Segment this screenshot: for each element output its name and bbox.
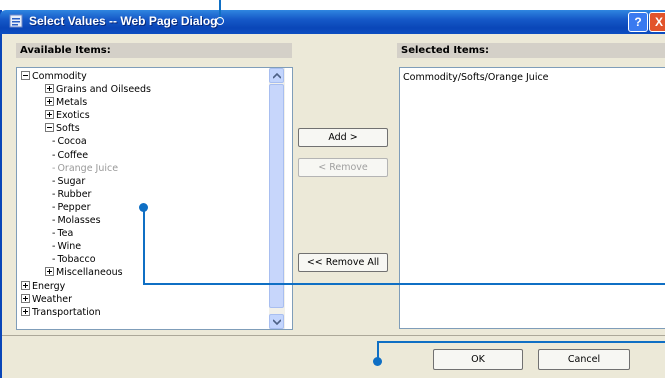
tree-leaf-dash: -	[52, 162, 56, 174]
tree-item-label: Tea	[57, 228, 74, 240]
tree-item-label: Wine	[57, 241, 82, 253]
tree-item[interactable]: Exotics	[17, 109, 267, 122]
selected-items-list[interactable]: Commodity/Softs/Orange Juice	[399, 67, 665, 329]
tree-item-label: Tobacco	[57, 254, 96, 266]
tree-item-label: Grains and Oilseeds	[56, 84, 151, 96]
tree-item-label: Energy	[32, 280, 66, 292]
add-button[interactable]: Add >	[298, 128, 388, 147]
tree-item[interactable]: Miscellaneous	[17, 266, 267, 279]
scroll-up-button[interactable]	[269, 68, 284, 83]
tree-item[interactable]: Weather	[17, 293, 267, 306]
callout-line-tree-h	[143, 283, 665, 285]
tree-leaf-dash: -	[52, 188, 56, 200]
expand-icon[interactable]	[21, 280, 30, 290]
tree-leaf-dash: -	[52, 215, 56, 227]
selected-items-header: Selected Items:	[397, 43, 665, 58]
tree-item-label: Exotics	[56, 110, 90, 122]
tree-item-label: Orange Juice	[57, 162, 119, 174]
tree-item[interactable]: - Orange Juice	[17, 162, 267, 175]
callout-line-buttons-h	[377, 341, 665, 343]
tree-item[interactable]: Transportation	[17, 306, 267, 319]
cancel-button[interactable]: Cancel	[538, 349, 630, 370]
tree-item-label: Miscellaneous	[56, 267, 123, 279]
tree-item-label: Sugar	[57, 175, 86, 187]
app-icon	[9, 14, 23, 28]
available-items-header: Available Items:	[16, 43, 292, 58]
tree-item[interactable]: - Coffee	[17, 149, 267, 162]
expand-icon[interactable]	[45, 97, 54, 107]
tree-leaf-dash: -	[52, 201, 56, 213]
close-button[interactable]: X	[649, 12, 665, 32]
tree-item[interactable]: - Cocoa	[17, 135, 267, 148]
tree-item-label: Rubber	[57, 188, 92, 200]
scroll-thumb[interactable]	[269, 84, 284, 308]
tree-item[interactable]: - Molasses	[17, 214, 267, 227]
tree-leaf-dash: -	[52, 149, 56, 161]
expand-icon[interactable]	[45, 110, 54, 120]
tree-item-label: Transportation	[32, 306, 101, 318]
callout-ring-title	[216, 17, 224, 25]
tree-leaf-dash: -	[52, 136, 56, 148]
collapse-icon[interactable]	[21, 71, 30, 80]
tree-item-label: Coffee	[57, 149, 89, 161]
dialog-window: Select Values -- Web Page Dialog ? X Ava…	[0, 0, 665, 378]
remove-button[interactable]: < Remove	[298, 158, 388, 177]
callout-line-buttons-v	[377, 341, 379, 361]
tree-item[interactable]: Metals	[17, 96, 267, 109]
tree-item[interactable]: Energy	[17, 280, 267, 293]
scroll-down-button[interactable]	[269, 314, 284, 329]
tree-item[interactable]: - Sugar	[17, 175, 267, 188]
tree-item-label: Commodity	[32, 71, 87, 82]
expand-icon[interactable]	[45, 267, 54, 277]
dialog-body: Available Items: Selected Items: Commodi…	[2, 34, 665, 378]
chevron-down-icon	[273, 319, 281, 325]
window-title: Select Values -- Web Page Dialog	[29, 14, 218, 28]
help-button[interactable]: ?	[628, 12, 648, 32]
available-items-tree[interactable]: Commodity Grains and Oilseeds Metals Exotic…	[16, 67, 293, 330]
tree-item[interactable]: Commodity	[17, 70, 267, 83]
collapse-icon[interactable]	[45, 123, 54, 133]
remove-all-button[interactable]: << Remove All	[298, 253, 388, 272]
tree-item[interactable]: - Tea	[17, 227, 267, 240]
tree-item[interactable]: - Rubber	[17, 188, 267, 201]
chevron-up-icon	[273, 73, 281, 79]
tree-leaf-dash: -	[52, 175, 56, 187]
tree-leaf-dash: -	[52, 241, 56, 253]
expand-icon[interactable]	[21, 293, 30, 303]
tree-item[interactable]: Grains and Oilseeds	[17, 83, 267, 96]
tree-item-label: Metals	[56, 97, 88, 109]
ok-button[interactable]: OK	[433, 349, 523, 370]
tree-item[interactable]: - Tobacco	[17, 253, 267, 266]
selected-item[interactable]: Commodity/Softs/Orange Juice	[403, 72, 549, 83]
tree-item-label: Softs	[56, 123, 80, 135]
callout-line-tree-v	[143, 207, 145, 285]
tree-leaf-dash: -	[52, 254, 56, 266]
vertical-scrollbar[interactable]	[269, 68, 285, 329]
tree-item-label: Cocoa	[57, 136, 87, 148]
tree-item-label: Pepper	[57, 201, 91, 213]
tree-item-label: Weather	[32, 293, 72, 305]
title-bar[interactable]: Select Values -- Web Page Dialog ? X	[0, 10, 665, 34]
expand-icon[interactable]	[45, 84, 54, 94]
tree-container: Commodity Grains and Oilseeds Metals Exotic…	[17, 70, 267, 319]
divider	[2, 335, 665, 336]
tree-leaf-dash: -	[52, 228, 56, 240]
expand-icon[interactable]	[21, 306, 30, 316]
tree-item[interactable]: - Wine	[17, 240, 267, 253]
tree-item-label: Molasses	[57, 215, 101, 227]
tree-item[interactable]: Softs	[17, 122, 267, 135]
